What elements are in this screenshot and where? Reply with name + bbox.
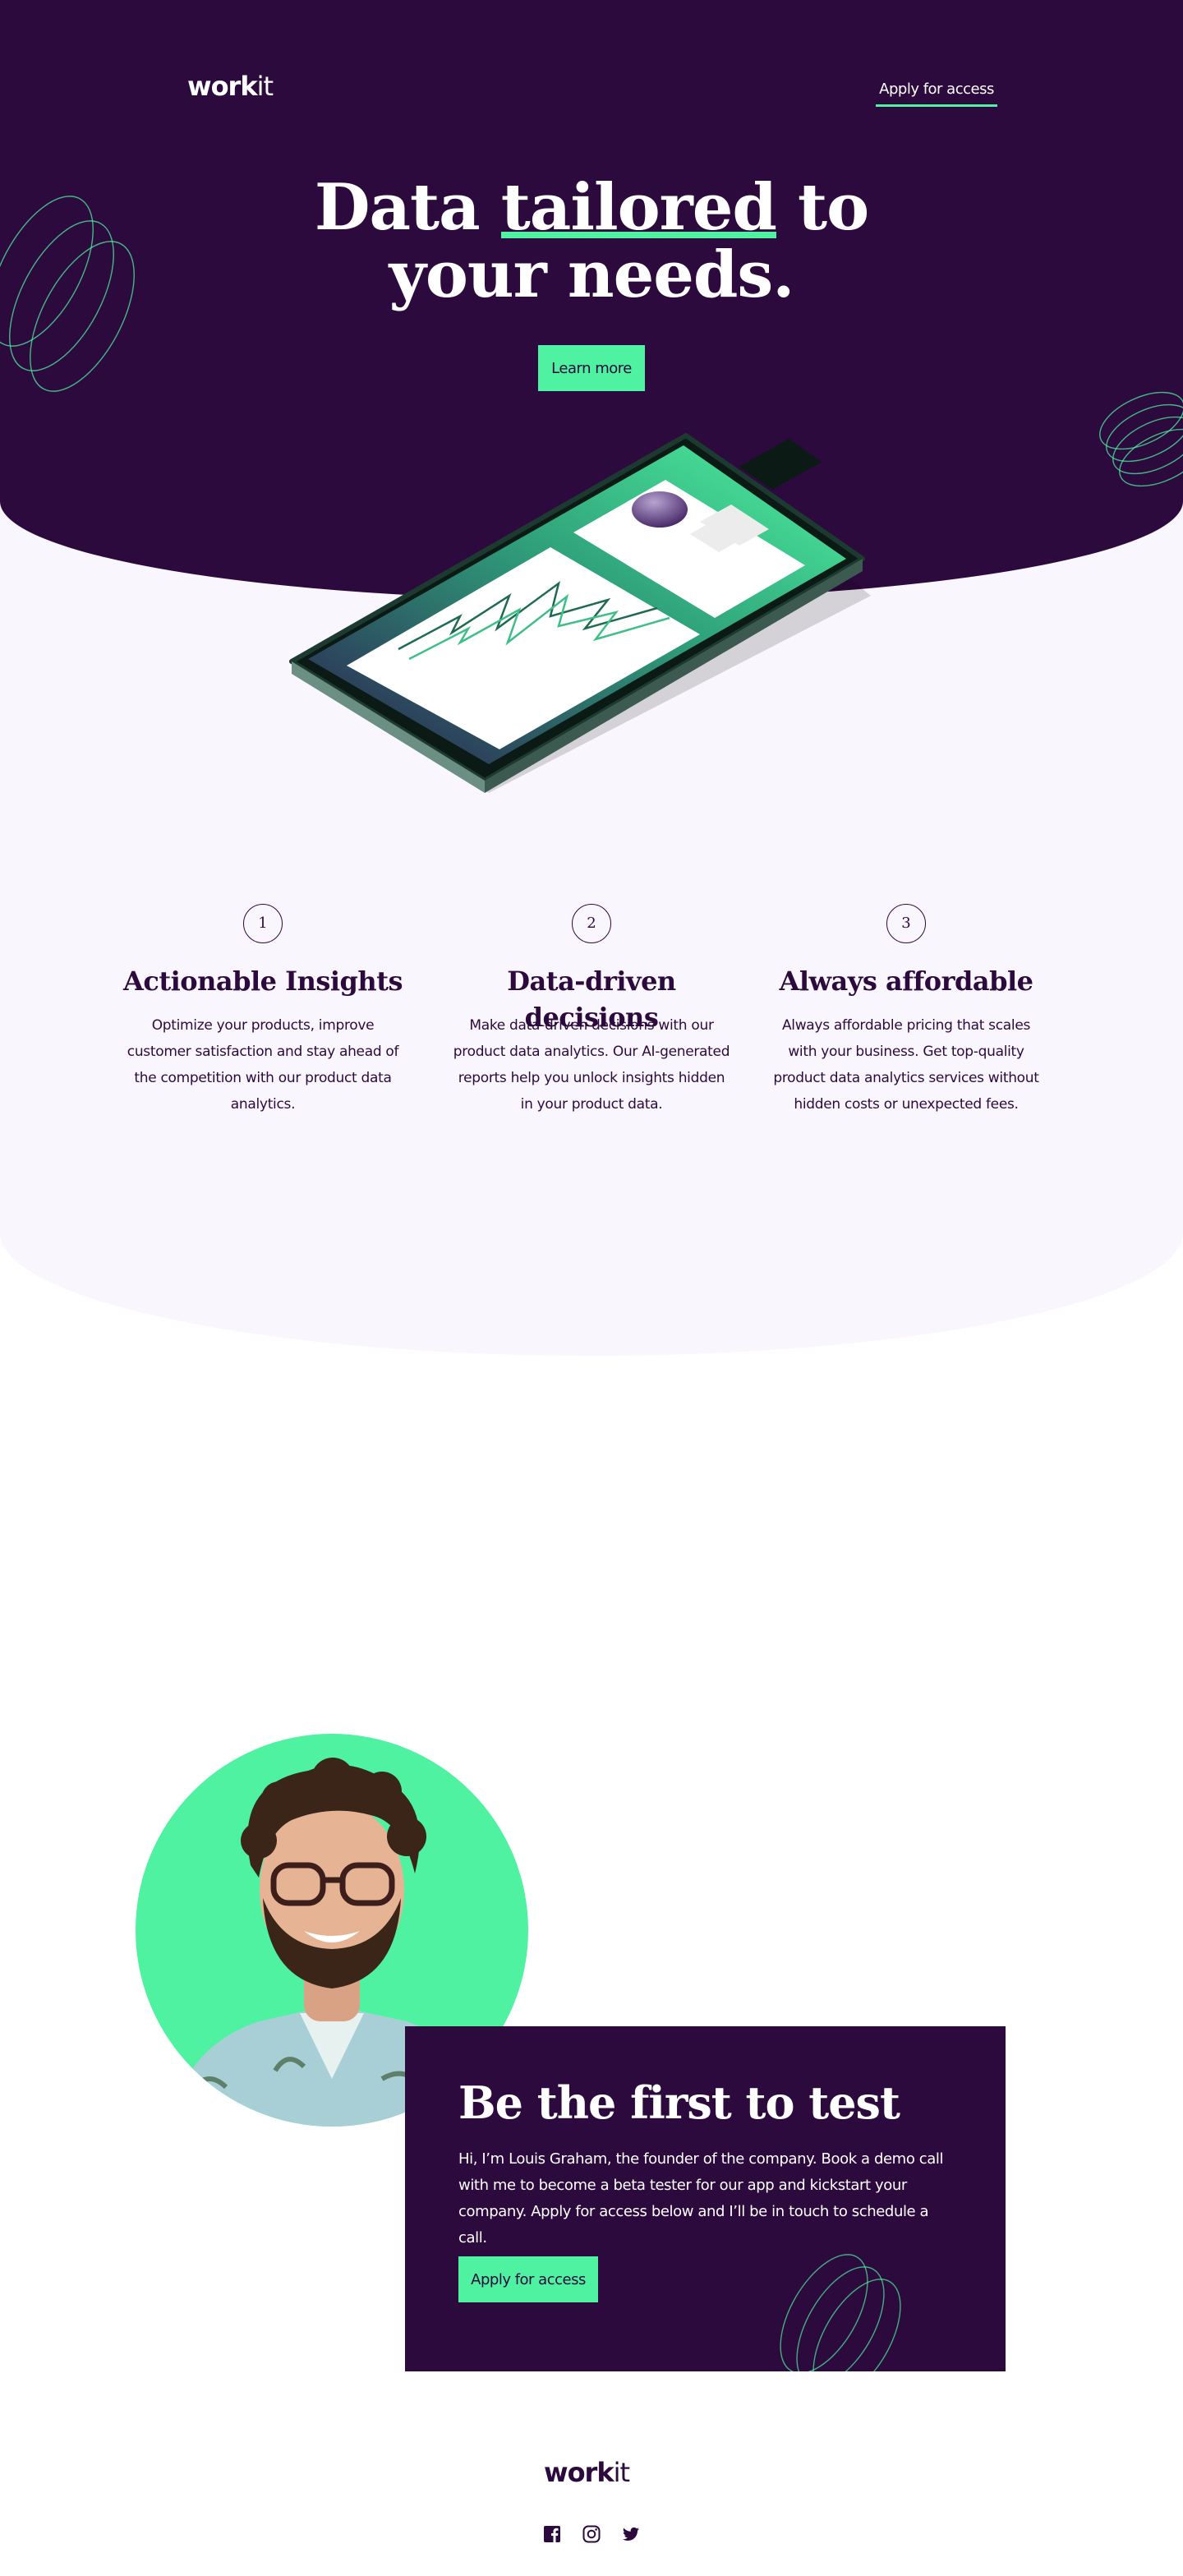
- footer-logo[interactable]: workit: [544, 2457, 630, 2488]
- hero-title-highlight: tailored: [500, 170, 777, 245]
- feature-text: Make data-driven decisions with our prod…: [453, 1017, 730, 1113]
- logo-bold-text: work: [544, 2457, 615, 2488]
- header-logo[interactable]: workit: [187, 71, 274, 102]
- feature-text: Always affordable pricing that scales wi…: [773, 1017, 1039, 1113]
- twitter-icon[interactable]: [621, 2524, 641, 2544]
- logo-light-text: it: [613, 2457, 630, 2488]
- feature-number-badge: 1: [243, 904, 283, 943]
- founder-title: Be the first to test: [458, 2076, 900, 2129]
- feature-number-badge: 2: [572, 904, 611, 943]
- hero-title: Data tailored to your needs.: [263, 174, 920, 309]
- feature-text: Optimize your products, improve customer…: [127, 1017, 399, 1113]
- hero-left-squiggle-decoration: [0, 196, 135, 392]
- phone-illustration: [289, 433, 871, 793]
- apply-for-access-link[interactable]: Apply for access: [876, 79, 997, 107]
- hero-title-part2: to: [776, 170, 869, 245]
- learn-more-button[interactable]: Learn more: [538, 345, 645, 391]
- instagram-icon[interactable]: [582, 2524, 601, 2544]
- feature-title: Actionable Insights: [123, 965, 403, 997]
- founder-text: Hi, I’m Louis Graham, the founder of the…: [458, 2150, 944, 2247]
- logo-light-text: it: [256, 71, 274, 102]
- feature-title: Always affordable: [779, 965, 1033, 997]
- apply-for-access-button[interactable]: Apply for access: [458, 2256, 598, 2302]
- hero-title-part1: Data: [314, 170, 501, 245]
- logo-bold-text: work: [187, 71, 258, 102]
- features-section: 1 Actionable Insights Optimize your prod…: [115, 904, 1068, 1150]
- founder-card: Be the first to test Hi, I’m Louis Graha…: [405, 2026, 1006, 2371]
- facebook-icon[interactable]: [542, 2524, 562, 2544]
- card-squiggle-decoration: [780, 2254, 901, 2371]
- hero-title-line2: your needs.: [389, 237, 795, 312]
- feature-number-badge: 3: [886, 904, 926, 943]
- hero-right-squiggle-decoration: [1099, 391, 1183, 487]
